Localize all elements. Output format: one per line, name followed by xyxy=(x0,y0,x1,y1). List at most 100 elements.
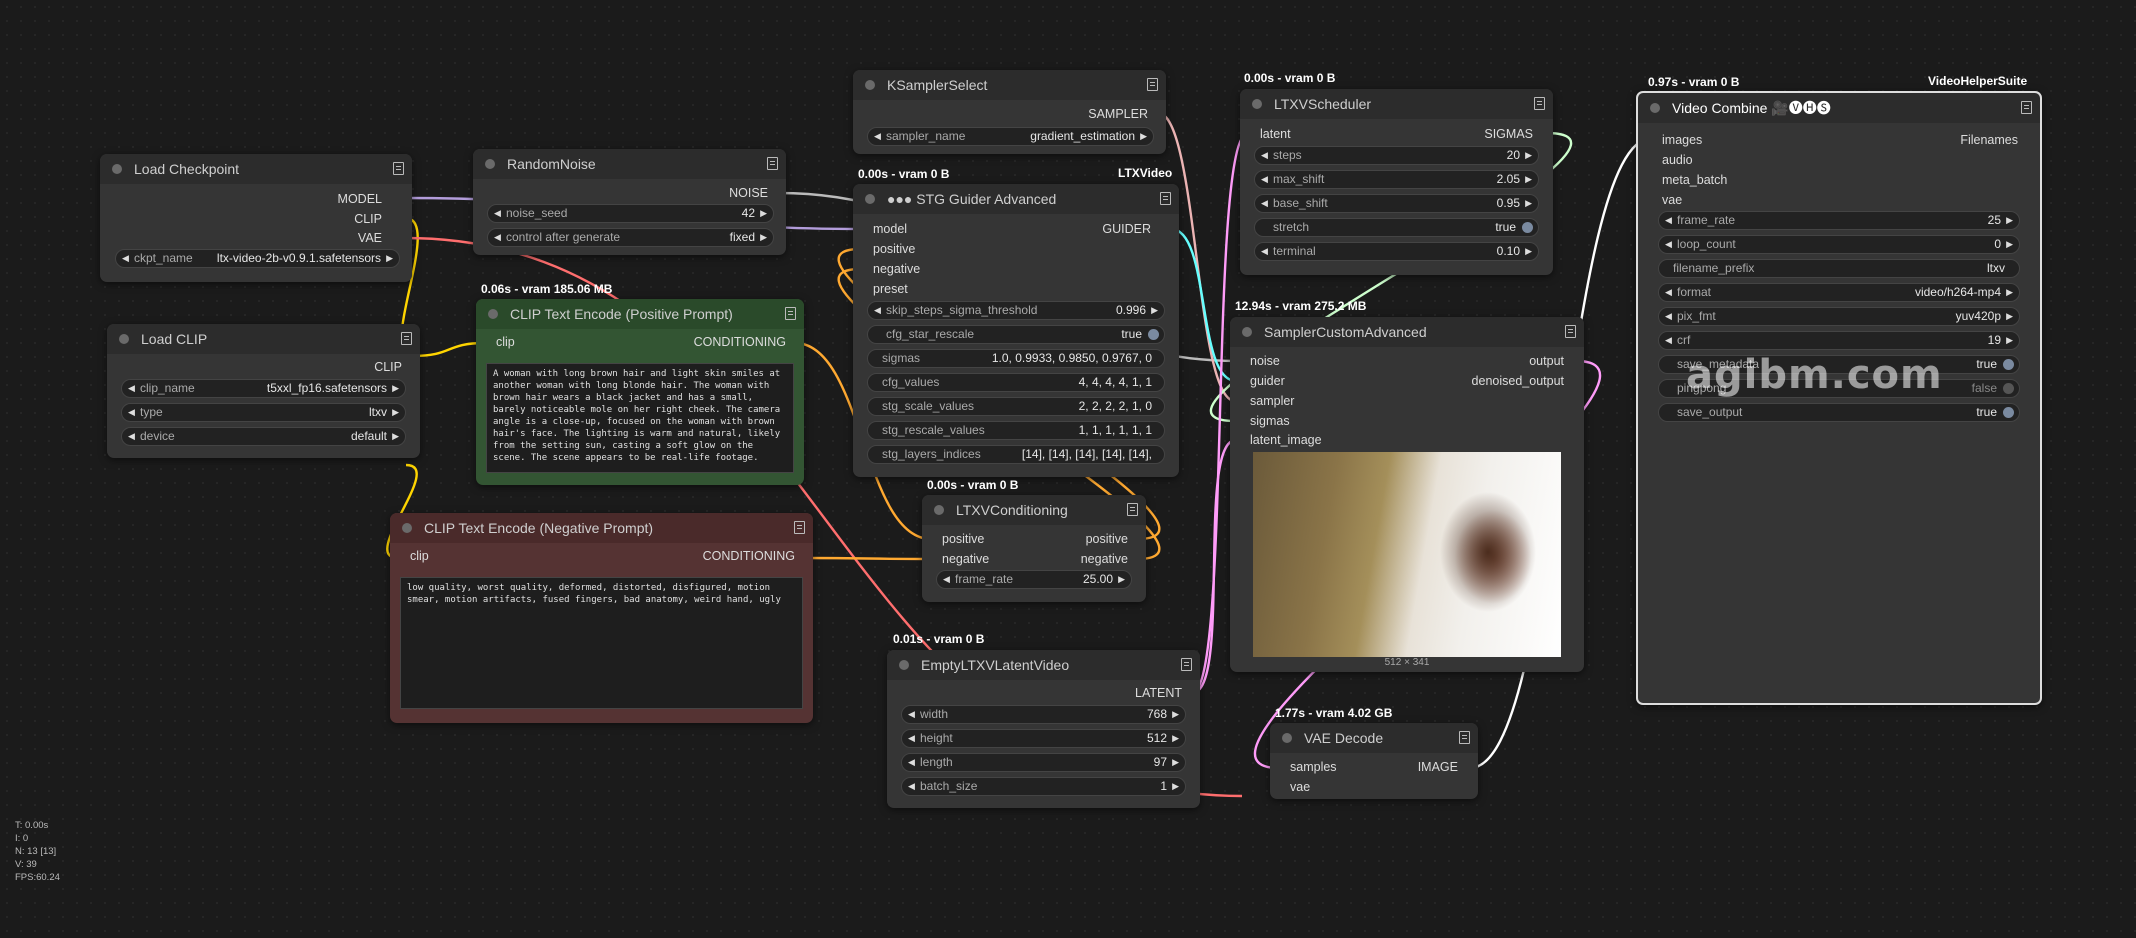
widget-device[interactable]: ◀ device default ▶ xyxy=(121,427,406,446)
widget-type[interactable]: ◀ type ltxv ▶ xyxy=(121,403,406,422)
node-video-combine[interactable]: Video Combine 🎥🅥🅗🅢 images audio meta_bat… xyxy=(1636,91,2042,705)
arrow-left-icon[interactable]: ◀ xyxy=(494,229,501,246)
arrow-left-icon[interactable]: ◀ xyxy=(874,302,881,319)
widget-terminal[interactable]: ◀ terminal 0.10 ▶ xyxy=(1254,242,1539,261)
collapse-dot[interactable] xyxy=(1650,103,1660,113)
arrow-right-icon[interactable]: ▶ xyxy=(1151,302,1158,319)
arrow-right-icon[interactable]: ▶ xyxy=(1525,195,1532,212)
wire-negative-in[interactable] xyxy=(804,556,932,561)
toggle-knob[interactable] xyxy=(2003,383,2014,394)
widget-sampler-name[interactable]: ◀ sampler_name gradient_estimation ▶ xyxy=(867,127,1154,146)
arrow-right-icon[interactable]: ▶ xyxy=(760,229,767,246)
arrow-left-icon[interactable]: ◀ xyxy=(1665,332,1672,349)
arrow-left-icon[interactable]: ◀ xyxy=(908,706,915,723)
node-clip-text-encode-negative[interactable]: CLIP Text Encode (Negative Prompt) clip … xyxy=(390,513,813,723)
arrow-right-icon[interactable]: ▶ xyxy=(392,404,399,421)
node-load-checkpoint[interactable]: Load Checkpoint MODEL CLIP VAE ◀ ckpt_nam… xyxy=(100,154,412,282)
node-title-bar[interactable]: CLIP Text Encode (Positive Prompt) xyxy=(476,299,804,329)
toggle-save-output[interactable]: save_output true xyxy=(1658,403,2020,422)
collapse-dot[interactable] xyxy=(119,334,129,344)
arrow-right-icon[interactable]: ▶ xyxy=(1525,243,1532,260)
node-title-bar[interactable]: EmptyLTXVLatentVideo xyxy=(887,650,1200,680)
arrow-left-icon[interactable]: ◀ xyxy=(1665,308,1672,325)
text-widget-stg-scale-values[interactable]: stg_scale_values 2, 2, 2, 2, 1, 0 xyxy=(867,397,1165,416)
widget-pix-fmt[interactable]: ◀ pix_fmt yuv420p ▶ xyxy=(1658,307,2020,326)
prompt-textarea[interactable]: A woman with long brown hair and light s… xyxy=(486,363,794,473)
document-icon[interactable] xyxy=(1181,658,1192,671)
arrow-left-icon[interactable]: ◀ xyxy=(1665,236,1672,253)
document-icon[interactable] xyxy=(2021,101,2032,114)
document-icon[interactable] xyxy=(1459,731,1470,744)
arrow-left-icon[interactable]: ◀ xyxy=(494,205,501,222)
node-title-bar[interactable]: Load CLIP xyxy=(107,324,420,354)
wire-clip-pos[interactable] xyxy=(412,341,486,358)
arrow-left-icon[interactable]: ◀ xyxy=(128,404,135,421)
node-load-clip[interactable]: Load CLIP CLIP ◀ clip_name t5xxl_fp16.safe… xyxy=(107,324,420,458)
toggle-knob[interactable] xyxy=(2003,407,2014,418)
widget-control-after-generate[interactable]: ◀ control after generate fixed ▶ xyxy=(487,228,774,247)
arrow-right-icon[interactable]: ▶ xyxy=(760,205,767,222)
arrow-right-icon[interactable]: ▶ xyxy=(2006,284,2013,301)
document-icon[interactable] xyxy=(794,521,805,534)
node-ksampler-select[interactable]: KSamplerSelect SAMPLER ◀ sampler_name grad… xyxy=(853,70,1166,154)
arrow-right-icon[interactable]: ▶ xyxy=(1172,778,1179,795)
prompt-textarea[interactable]: low quality, worst quality, deformed, di… xyxy=(400,577,803,709)
collapse-dot[interactable] xyxy=(402,523,412,533)
toggle-cfg-star-rescale[interactable]: cfg_star_rescale true xyxy=(867,325,1165,344)
collapse-dot[interactable] xyxy=(1282,733,1292,743)
widget-frame-rate[interactable]: ◀ frame_rate 25 ▶ xyxy=(1658,211,2020,230)
widget-base-shift[interactable]: ◀ base_shift 0.95 ▶ xyxy=(1254,194,1539,213)
arrow-left-icon[interactable]: ◀ xyxy=(1261,147,1268,164)
collapse-dot[interactable] xyxy=(865,194,875,204)
arrow-left-icon[interactable]: ◀ xyxy=(908,730,915,747)
widget-loop-count[interactable]: ◀ loop_count 0 ▶ xyxy=(1658,235,2020,254)
node-title-bar[interactable]: SamplerCustomAdvanced xyxy=(1230,317,1584,347)
widget-batch-size[interactable]: ◀ batch_size 1 ▶ xyxy=(901,777,1186,796)
node-sampler-custom-advanced[interactable]: SamplerCustomAdvanced noise guider sampl… xyxy=(1230,317,1584,672)
node-empty-ltxv-latent-video[interactable]: EmptyLTXVLatentVideo LATENT ◀ width 768 ▶ ◀… xyxy=(887,650,1200,808)
arrow-left-icon[interactable]: ◀ xyxy=(1665,284,1672,301)
arrow-left-icon[interactable]: ◀ xyxy=(122,250,129,267)
widget-width[interactable]: ◀ width 768 ▶ xyxy=(901,705,1186,724)
arrow-right-icon[interactable]: ▶ xyxy=(1525,147,1532,164)
arrow-left-icon[interactable]: ◀ xyxy=(908,754,915,771)
arrow-left-icon[interactable]: ◀ xyxy=(128,428,135,445)
node-clip-text-encode-positive[interactable]: CLIP Text Encode (Positive Prompt) clip … xyxy=(476,299,804,485)
node-stg-guider-advanced[interactable]: ●●● STG Guider Advanced model positive n… xyxy=(853,184,1179,477)
toggle-knob[interactable] xyxy=(2003,359,2014,370)
collapse-dot[interactable] xyxy=(485,159,495,169)
text-widget-cfg-values[interactable]: cfg_values 4, 4, 4, 4, 1, 1 xyxy=(867,373,1165,392)
arrow-left-icon[interactable]: ◀ xyxy=(128,380,135,397)
node-title-bar[interactable]: LTXVConditioning xyxy=(922,495,1146,525)
document-icon[interactable] xyxy=(1147,78,1158,91)
arrow-left-icon[interactable]: ◀ xyxy=(908,778,915,795)
document-icon[interactable] xyxy=(401,332,412,345)
document-icon[interactable] xyxy=(1160,192,1171,205)
collapse-dot[interactable] xyxy=(112,164,122,174)
arrow-right-icon[interactable]: ▶ xyxy=(392,380,399,397)
document-icon[interactable] xyxy=(1127,503,1138,516)
document-icon[interactable] xyxy=(1534,97,1545,110)
arrow-right-icon[interactable]: ▶ xyxy=(2006,332,2013,349)
node-ltxv-conditioning[interactable]: LTXVConditioning positive negative posit… xyxy=(922,495,1146,602)
document-icon[interactable] xyxy=(393,162,404,175)
arrow-left-icon[interactable]: ◀ xyxy=(1261,171,1268,188)
collapse-dot[interactable] xyxy=(934,505,944,515)
widget-clip-name[interactable]: ◀ clip_name t5xxl_fp16.safetensors ▶ xyxy=(121,379,406,398)
node-title-bar[interactable]: LTXVScheduler xyxy=(1240,89,1553,119)
node-title-bar[interactable]: KSamplerSelect xyxy=(853,70,1166,100)
widget-ckpt-name[interactable]: ◀ ckpt_name ltx-video-2b-v0.9.1.safetensor… xyxy=(115,249,400,268)
collapse-dot[interactable] xyxy=(899,660,909,670)
arrow-right-icon[interactable]: ▶ xyxy=(2006,308,2013,325)
widget-length[interactable]: ◀ length 97 ▶ xyxy=(901,753,1186,772)
arrow-right-icon[interactable]: ▶ xyxy=(2006,236,2013,253)
text-widget-stg-layers-indices[interactable]: stg_layers_indices [14], [14], [14], [14]… xyxy=(867,445,1165,464)
arrow-right-icon[interactable]: ▶ xyxy=(1118,571,1125,588)
arrow-right-icon[interactable]: ▶ xyxy=(2006,212,2013,229)
widget-frame-rate[interactable]: ◀ frame_rate 25.00 ▶ xyxy=(936,570,1132,589)
arrow-left-icon[interactable]: ◀ xyxy=(943,571,950,588)
toggle-knob[interactable] xyxy=(1522,222,1533,233)
node-title-bar[interactable]: RandomNoise xyxy=(473,149,786,179)
widget-format[interactable]: ◀ format video/h264-mp4 ▶ xyxy=(1658,283,2020,302)
node-title-bar[interactable]: VAE Decode xyxy=(1270,723,1478,753)
